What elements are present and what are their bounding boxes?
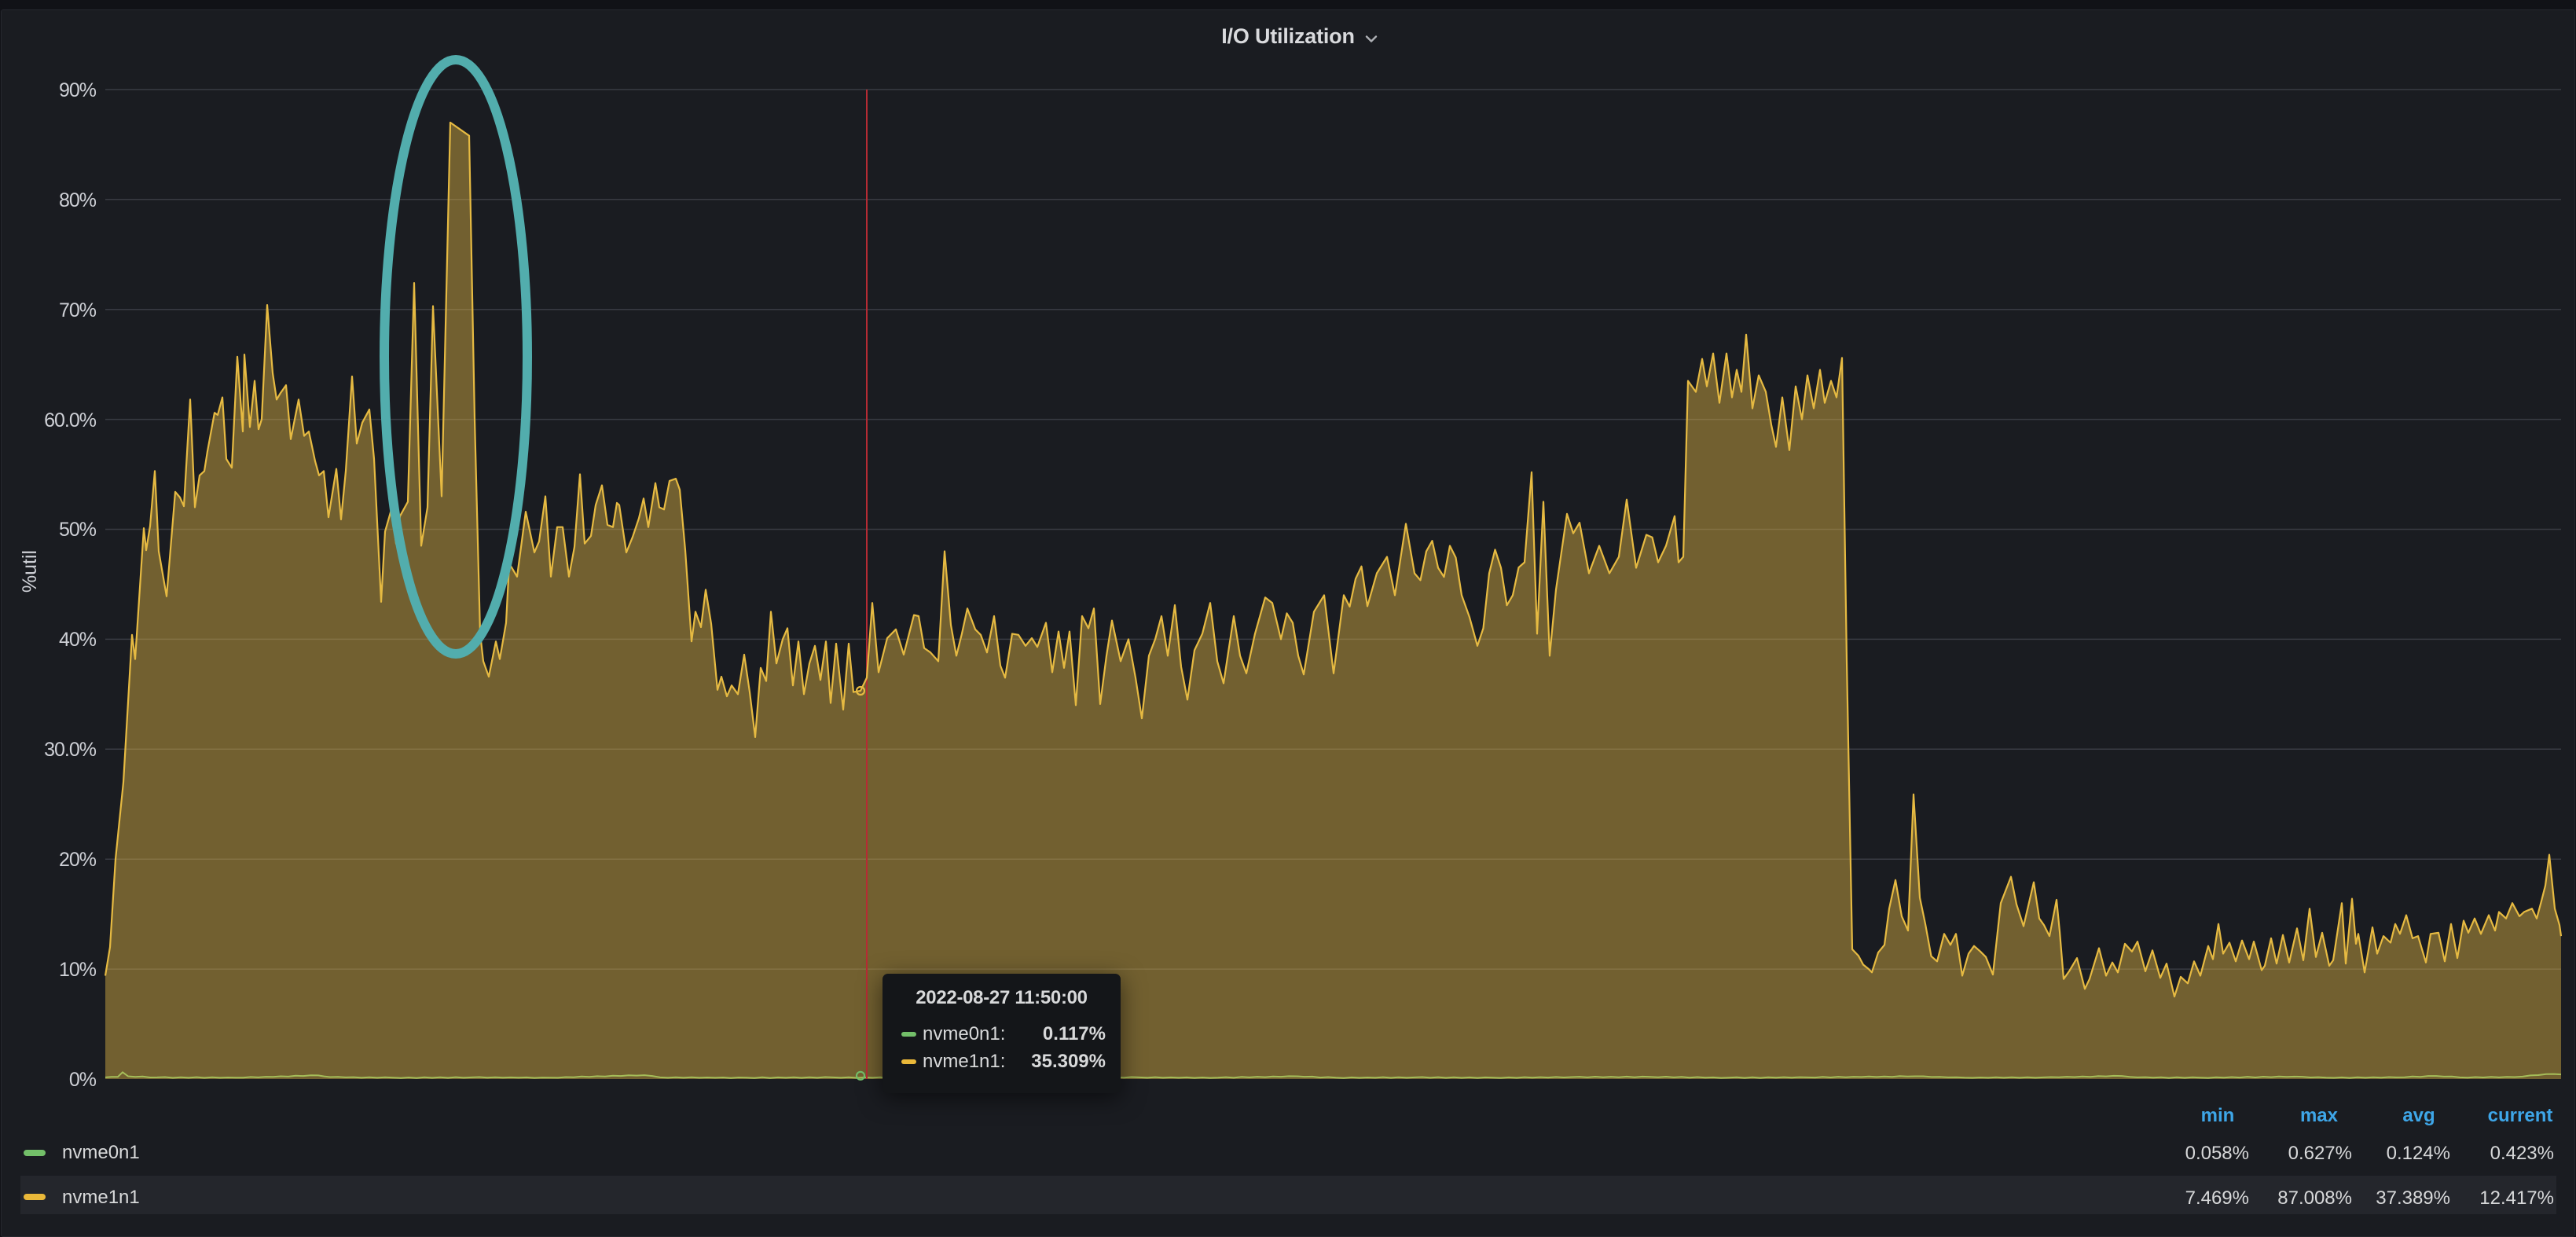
svg-text:%util: %util: [19, 550, 41, 593]
svg-text:90%: 90%: [59, 79, 97, 101]
svg-text:0%: 0%: [69, 1069, 97, 1091]
svg-text:30.0%: 30.0%: [44, 739, 97, 761]
svg-text:50%: 50%: [59, 519, 97, 541]
svg-text:40%: 40%: [59, 629, 97, 651]
svg-text:10%: 10%: [59, 959, 97, 981]
svg-text:20%: 20%: [59, 849, 97, 871]
svg-text:80%: 80%: [59, 189, 97, 211]
svg-text:60.0%: 60.0%: [44, 409, 97, 431]
svg-text:70%: 70%: [59, 299, 97, 321]
